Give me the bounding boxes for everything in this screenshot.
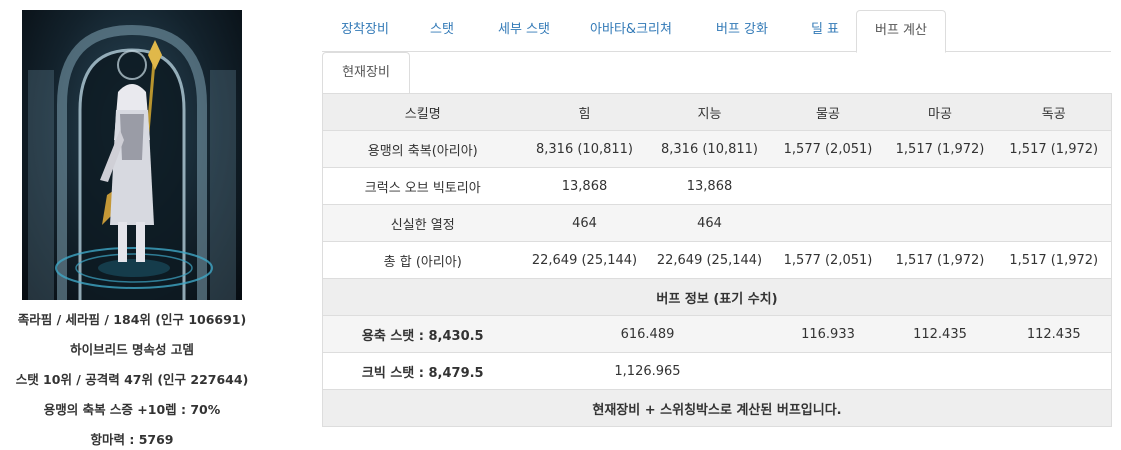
- cell-skill-name: 신실한 열정: [322, 204, 523, 242]
- tab-damage-table[interactable]: 딜 표: [794, 10, 856, 52]
- cell-mag-atk: [883, 204, 997, 242]
- cell-skill-name: 크럭스 오브 빅토리아: [322, 167, 523, 205]
- tab-stats[interactable]: 스탯: [408, 10, 476, 52]
- sub-tabs: 현재장비: [322, 52, 1111, 94]
- header-mag-atk: 마공: [883, 93, 997, 131]
- buff-table: 스킬명 힘 지능 물공 마공 독공 용맹의 축복(아리아) 8,316 (10,…: [322, 93, 1112, 427]
- cell-ind-atk: [996, 204, 1112, 242]
- stat-phys-atk: [772, 352, 884, 390]
- cell-str: 464: [522, 204, 647, 242]
- cell-int: 22,649 (25,144): [646, 241, 773, 279]
- tab-buff-enhance[interactable]: 버프 강화: [690, 10, 794, 52]
- stat-value: 1,126.965: [522, 352, 773, 390]
- character-portrait: [22, 10, 242, 300]
- cell-int: 13,868: [646, 167, 773, 205]
- stat-label: 용축 스탯 : 8,430.5: [322, 315, 523, 353]
- subtab-current-equipment[interactable]: 현재장비: [322, 52, 410, 94]
- cell-str: 8,316 (10,811): [522, 130, 647, 168]
- table-row: 용맹의 축복(아리아) 8,316 (10,811) 8,316 (10,811…: [322, 130, 1112, 168]
- tab-detail-stats[interactable]: 세부 스탯: [476, 10, 572, 52]
- profile-rank-line: 족라핌 / 세라핌 / 184위 (인구 106691): [17, 312, 247, 327]
- stat-phys-atk: 116.933: [772, 315, 884, 353]
- cell-mag-atk: 1,517 (1,972): [883, 130, 997, 168]
- stat-ind-atk: 112.435: [996, 315, 1112, 353]
- cell-ind-atk: 1,517 (1,972): [996, 130, 1112, 168]
- buff-info-title-row: 버프 정보 (표기 수치): [322, 278, 1112, 316]
- stat-row: 크빅 스탯 : 8,479.5 1,126.965: [322, 352, 1112, 390]
- main-tabs: 장착장비 스탯 세부 스탯 아바타&크리쳐 버프 강화 딜 표 버프 계산: [322, 10, 1111, 53]
- profile-build-line: 하이브리드 명속성 고뎀: [70, 342, 194, 357]
- header-skill-name: 스킬명: [322, 93, 523, 131]
- footer-note: 현재장비 + 스위칭박스로 계산된 버프입니다.: [322, 389, 1112, 427]
- cell-mag-atk: [883, 167, 997, 205]
- profile-skill-level-line: 용맹의 축복 스증 +10렙 : 70%: [43, 402, 221, 417]
- header-phys-atk: 물공: [772, 93, 884, 131]
- cell-phys-atk: 1,577 (2,051): [772, 241, 884, 279]
- stat-mag-atk: 112.435: [883, 315, 997, 353]
- cell-str: 22,649 (25,144): [522, 241, 647, 279]
- cell-int: 8,316 (10,811): [646, 130, 773, 168]
- table-row: 신실한 열정 464 464: [322, 204, 1112, 242]
- stat-ind-atk: [996, 352, 1112, 390]
- header-int: 지능: [646, 93, 773, 131]
- cell-phys-atk: 1,577 (2,051): [772, 130, 884, 168]
- cell-mag-atk: 1,517 (1,972): [883, 241, 997, 279]
- profile-resistance-line: 항마력 : 5769: [90, 432, 174, 447]
- cell-skill-name: 용맹의 축복(아리아): [322, 130, 523, 168]
- header-ind-atk: 독공: [996, 93, 1112, 131]
- cell-int: 464: [646, 204, 773, 242]
- footer-note-row: 현재장비 + 스위칭박스로 계산된 버프입니다.: [322, 389, 1112, 427]
- cell-phys-atk: [772, 167, 884, 205]
- tab-avatar-creature[interactable]: 아바타&크리쳐: [572, 10, 690, 52]
- stat-label: 크빅 스탯 : 8,479.5: [322, 352, 523, 390]
- stat-value: 616.489: [522, 315, 773, 353]
- buff-info-title: 버프 정보 (표기 수치): [322, 278, 1112, 316]
- stat-row: 용축 스탯 : 8,430.5 616.489 116.933 112.435 …: [322, 315, 1112, 353]
- profile-stat-rank-line: 스탯 10위 / 공격력 47위 (인구 227644): [15, 372, 249, 387]
- tab-equipment[interactable]: 장착장비: [322, 10, 408, 52]
- header-str: 힘: [522, 93, 647, 131]
- tab-buff-calc[interactable]: 버프 계산: [856, 10, 946, 53]
- stat-mag-atk: [883, 352, 997, 390]
- table-header-row: 스킬명 힘 지능 물공 마공 독공: [322, 93, 1112, 131]
- cell-str: 13,868: [522, 167, 647, 205]
- cell-skill-name: 총 합 (아리아): [322, 241, 523, 279]
- table-row-total: 총 합 (아리아) 22,649 (25,144) 22,649 (25,144…: [322, 241, 1112, 279]
- cell-ind-atk: [996, 167, 1112, 205]
- character-profile: 족라핌 / 세라핌 / 184위 (인구 106691) 하이브리드 명속성 고…: [0, 0, 264, 450]
- cell-ind-atk: 1,517 (1,972): [996, 241, 1112, 279]
- cell-phys-atk: [772, 204, 884, 242]
- table-row: 크럭스 오브 빅토리아 13,868 13,868: [322, 167, 1112, 205]
